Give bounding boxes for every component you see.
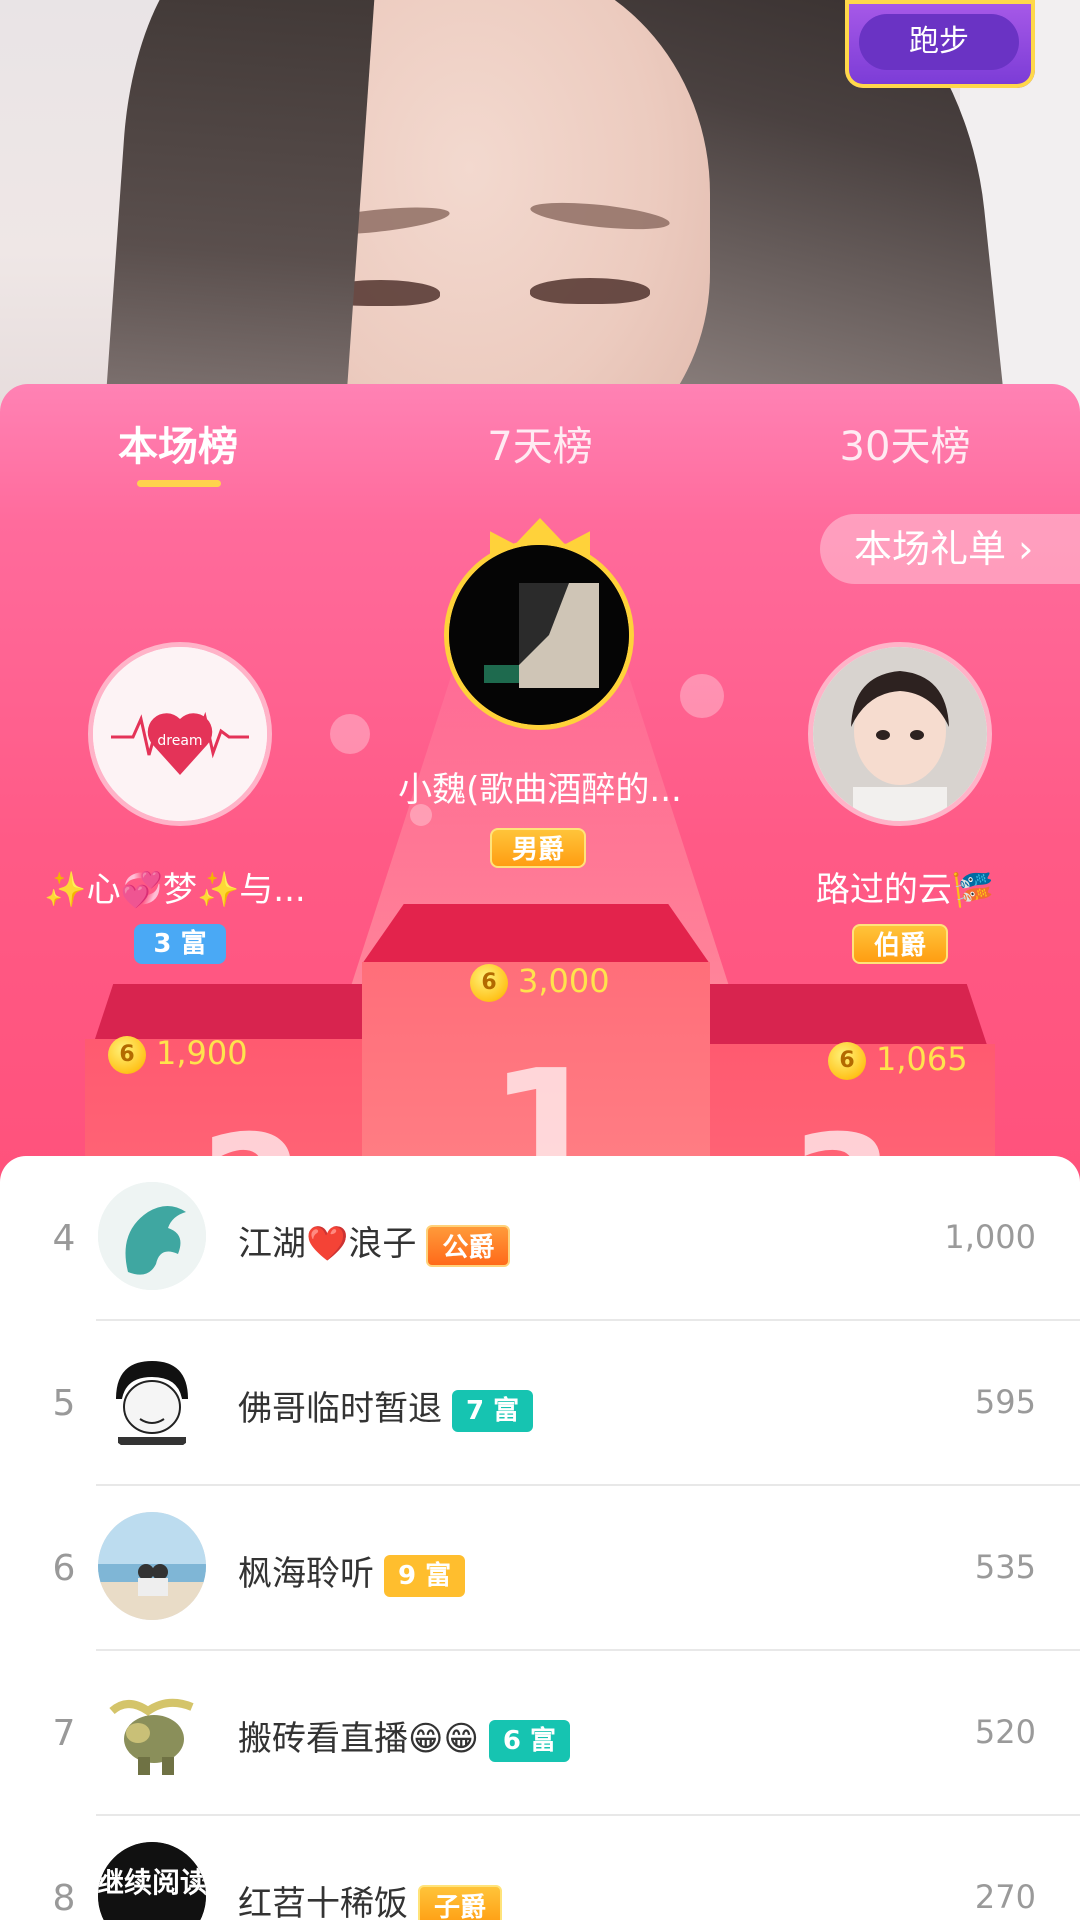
list-rank: 4 [52, 1218, 76, 1259]
live-video-background: 跑步 [0, 0, 1080, 420]
level-badge: 6 富 [488, 1719, 571, 1762]
dream-text: dream [157, 733, 202, 749]
avatar-text: 继续阅读 [98, 1866, 206, 1899]
ranking-list: 4 江湖❤️浪子 公爵 1,000 5 佛哥临时暂退 7 富 595 6 枫海聆… [0, 1156, 1080, 1920]
list-name-wrap: 江湖❤️浪子 公爵 [238, 1216, 511, 1267]
list-name: 枫海聆听 [238, 1554, 374, 1594]
ranking-tabs: 本场榜 7天榜 30天榜 [0, 384, 1080, 514]
top2-avatar[interactable]: dream [88, 642, 272, 826]
list-item[interactable]: 8 继续阅读 红苕十稀饭 子爵 270 [0, 1816, 1080, 1920]
list-rank: 8 [52, 1878, 76, 1919]
top2-badge: 3 富 [134, 924, 226, 964]
list-avatar[interactable] [98, 1512, 206, 1620]
coin-icon: 6 [828, 1042, 866, 1080]
coin-icon: 6 [108, 1036, 146, 1074]
tab-7-days[interactable]: 7天榜 [460, 414, 620, 474]
top1-name: 小魏(歌曲酒醉的... [398, 770, 682, 810]
hair-left [102, 0, 378, 420]
list-name: 佛哥临时暂退 [238, 1389, 442, 1429]
level-badge: 子爵 [418, 1884, 503, 1920]
decor-bubble [330, 714, 370, 754]
level-badge: 9 富 [384, 1554, 466, 1597]
list-name: 红苕十稀饭 [238, 1884, 408, 1920]
top2-coins-value: 1,900 [156, 1034, 248, 1072]
tab-this-session[interactable]: 本场榜 [98, 414, 258, 474]
coin-icon: 6 [470, 964, 508, 1002]
list-name-wrap: 佛哥临时暂退 7 富 [238, 1381, 534, 1432]
list-rank: 5 [52, 1383, 76, 1424]
top2-name: ✨心💞梦✨与... [44, 870, 306, 910]
top3-badge: 伯爵 [852, 924, 948, 964]
active-tab-underline [137, 480, 221, 487]
podium-1-top [362, 904, 710, 964]
decor-bubble [680, 674, 724, 718]
list-score: 520 [974, 1713, 1036, 1751]
list-avatar[interactable] [98, 1677, 206, 1785]
top3-coins: 6 1,065 [828, 1040, 968, 1080]
top3-name: 路过的云🎏 [815, 870, 995, 910]
gift-list-button[interactable]: 本场礼单 › [820, 514, 1080, 584]
top3-avatar[interactable] [808, 642, 992, 826]
list-name: 搬砖看直播😁😁 [238, 1719, 479, 1759]
list-rank: 6 [52, 1548, 76, 1589]
list-item[interactable]: 7 搬砖看直播😁😁 6 富 520 [0, 1651, 1080, 1816]
list-item[interactable]: 6 枫海聆听 9 富 535 [0, 1486, 1080, 1651]
list-rank: 7 [52, 1713, 76, 1754]
list-item[interactable]: 5 佛哥临时暂退 7 富 595 [0, 1321, 1080, 1486]
list-name-wrap: 搬砖看直播😁😁 6 富 [238, 1711, 571, 1762]
sport-tag-label: 跑步 [859, 14, 1019, 70]
top1-coins: 6 3,000 [470, 962, 610, 1002]
list-avatar[interactable] [98, 1182, 206, 1290]
top1-avatar[interactable] [444, 540, 634, 730]
list-name-wrap: 枫海聆听 9 富 [238, 1546, 466, 1597]
list-avatar[interactable]: 继续阅读 [98, 1842, 206, 1920]
list-name: 江湖❤️浪子 [238, 1224, 417, 1264]
list-avatar[interactable] [98, 1347, 206, 1455]
list-score: 595 [974, 1383, 1036, 1421]
top2-coins: 6 1,900 [108, 1034, 248, 1074]
sport-tag[interactable]: 跑步 [845, 0, 1035, 88]
level-badge: 公爵 [426, 1224, 511, 1267]
level-badge: 7 富 [452, 1389, 534, 1432]
top1-badge: 男爵 [490, 828, 586, 868]
top1-coins-value: 3,000 [518, 962, 610, 1000]
list-name-wrap: 红苕十稀饭 子爵 [238, 1876, 503, 1920]
list-score: 1,000 [944, 1218, 1036, 1256]
list-score: 270 [974, 1878, 1036, 1916]
top3-coins-value: 1,065 [876, 1040, 968, 1078]
tab-30-days[interactable]: 30天榜 [820, 414, 990, 474]
list-item[interactable]: 4 江湖❤️浪子 公爵 1,000 [0, 1156, 1080, 1321]
list-score: 535 [974, 1548, 1036, 1586]
